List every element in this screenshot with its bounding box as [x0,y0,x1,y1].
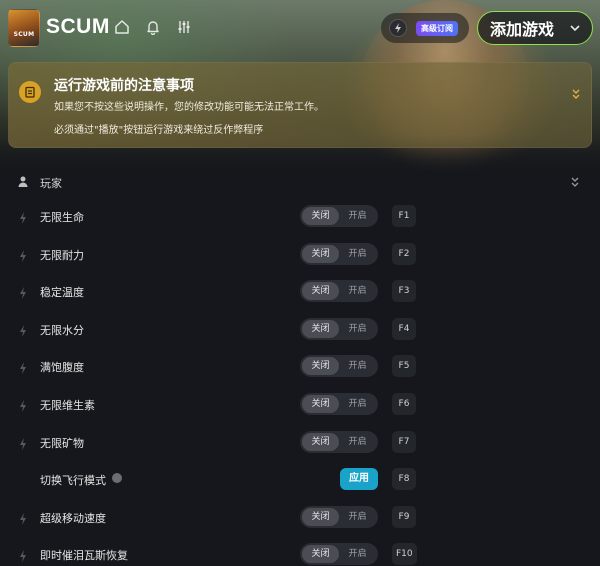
cheat-name: 无限水分 [40,323,84,337]
toggle-off-option[interactable]: 关闭 [302,319,339,338]
cheat-toggle[interactable]: 关闭 开启 [300,280,378,303]
collapse-chevrons-icon [572,89,580,99]
cheat-name: 超级移动速度 [40,511,106,525]
cheat-toggle[interactable]: 关闭 开启 [300,430,378,453]
toggle-off-option[interactable]: 关闭 [302,507,339,526]
toggle-off-option[interactable]: 关闭 [302,244,339,263]
hotkey-badge[interactable]: F3 [392,280,416,303]
cheat-toggle[interactable]: 关闭 开启 [300,355,378,378]
cheat-name: 无限生命 [40,211,84,224]
cheat-toggle[interactable]: 关闭 开启 [300,242,378,265]
hotkey-badge[interactable]: F8 [392,468,416,491]
cheat-row: 切换飞行模式 应用 F8 [0,461,600,499]
section-label: 玩家 [40,177,62,190]
section-header-player[interactable]: 玩家 [0,172,600,192]
clipboard-icon [19,81,41,103]
toggle-off-option[interactable]: 关闭 [302,432,339,451]
toggle-on-option[interactable]: 开启 [339,357,376,375]
toggle-on-option[interactable]: 开启 [339,508,376,526]
cheat-row: 无限耐力 关闭 开启 F2 [0,236,600,274]
hotkey-badge[interactable]: F7 [392,430,416,453]
hotkey-badge[interactable]: F1 [392,205,416,227]
cheat-name: 稳定温度 [40,286,84,300]
bolt-icon [19,322,27,341]
hotkey-badge[interactable]: F10 [392,543,417,566]
cheat-row: 稳定温度 关闭 开启 F3 [0,273,600,311]
toggle-on-option[interactable]: 开启 [339,545,376,563]
toggle-on-option[interactable]: 开启 [339,433,376,451]
cheat-toggle[interactable]: 关闭 开启 [300,505,378,528]
cheat-toggle[interactable]: 关闭 开启 [300,205,378,227]
cheat-row: 即时催泪瓦斯恢复 关闭 开启 F10 [0,536,600,566]
bolt-icon [19,547,27,566]
hotkey-badge[interactable]: F2 [392,242,416,265]
cheat-row: 无限生命 关闭 开启 F1 [0,198,600,236]
cheat-row: 满饱腹度 关闭 开启 F5 [0,348,600,386]
hotkey-badge[interactable]: F6 [392,392,416,415]
collapse-chevrons-icon[interactable] [570,176,580,188]
cheat-row: 无限水分 关闭 开启 F4 [0,311,600,349]
cheat-row: 无限矿物 关闭 开启 F7 [0,424,600,462]
toggle-on-option[interactable]: 开启 [339,395,376,413]
cheat-name: 无限矿物 [40,436,84,450]
chevron-down-icon [570,25,580,32]
toggle-on-option[interactable]: 开启 [339,245,376,263]
bolt-icon [19,435,27,454]
notifications-button[interactable] [143,17,163,37]
premium-subscription-badge[interactable]: 高级订阅 [416,21,458,36]
bolt-icon [19,209,27,228]
cheat-name: 无限耐力 [40,248,84,262]
toggle-off-option[interactable]: 关闭 [302,207,339,225]
cheat-toggle[interactable]: 关闭 开启 [300,392,378,415]
add-game-label: 添加游戏 [490,20,555,39]
cheat-name: 切换飞行模式 [40,474,106,488]
toggle-off-option[interactable]: 关闭 [302,545,339,564]
settings-sliders-button[interactable] [174,17,194,37]
apply-button[interactable]: 应用 [340,468,378,491]
notice-card: 运行游戏前的注意事项 如果您不按这些说明操作，您的修改功能可能无法正常工作。 必… [8,62,592,148]
toggle-off-option[interactable]: 关闭 [302,357,339,376]
bolt-icon [395,23,401,33]
game-logo: SCUM [8,9,40,47]
cheat-name: 满饱腹度 [40,361,84,375]
subscription-toggle-button[interactable] [389,19,407,37]
bolt-icon [19,247,27,266]
add-game-button[interactable]: 添加游戏 [477,11,593,45]
toggle-on-option[interactable]: 开启 [339,320,376,338]
cheat-row: 无限维生素 关闭 开启 F6 [0,386,600,424]
notice-collapse-button[interactable] [571,85,581,104]
hotkey-badge[interactable]: F9 [392,505,416,528]
home-icon [115,20,129,34]
home-button[interactable] [112,17,132,37]
cheat-row: 超级移动速度 关闭 开启 F9 [0,499,600,537]
cheat-list: 无限生命 关闭 开启 F1 无限耐力 关闭 开启 F2 稳定温度 关闭 开启 F3 无限水分 关闭 开启 F4… [0,198,600,566]
notice-text: 如果您不按这些说明操作，您的修改功能可能无法正常工作。 [54,102,324,113]
cheat-name: 无限维生素 [40,398,95,412]
game-logo-text: SCUM [13,31,35,38]
bell-icon [147,21,159,35]
bolt-icon [19,359,27,378]
bolt-icon [19,397,27,416]
cheat-toggle[interactable]: 关闭 开启 [300,317,378,340]
hotkey-badge[interactable]: F5 [392,355,416,378]
sliders-icon [178,21,190,33]
cheat-name: 即时催泪瓦斯恢复 [40,549,128,563]
info-icon[interactable] [112,473,122,484]
notice-title: 运行游戏前的注意事项 [54,78,194,94]
toggle-off-option[interactable]: 关闭 [302,282,339,301]
toggle-on-option[interactable]: 开启 [339,207,376,225]
bolt-icon [19,510,27,529]
notice-text: 必须通过"播放"按钮运行游戏来绕过反作弊程序 [54,125,264,136]
game-title: SCUM [46,15,110,38]
bolt-icon [19,284,27,303]
top-bar: SCUM SCUM 高级订阅 添加游戏 [0,0,600,56]
hotkey-badge[interactable]: F4 [392,317,416,340]
toggle-on-option[interactable]: 开启 [339,282,376,300]
cheat-toggle[interactable]: 关闭 开启 [300,543,378,566]
user-icon [18,176,28,187]
toggle-off-option[interactable]: 关闭 [302,394,339,413]
